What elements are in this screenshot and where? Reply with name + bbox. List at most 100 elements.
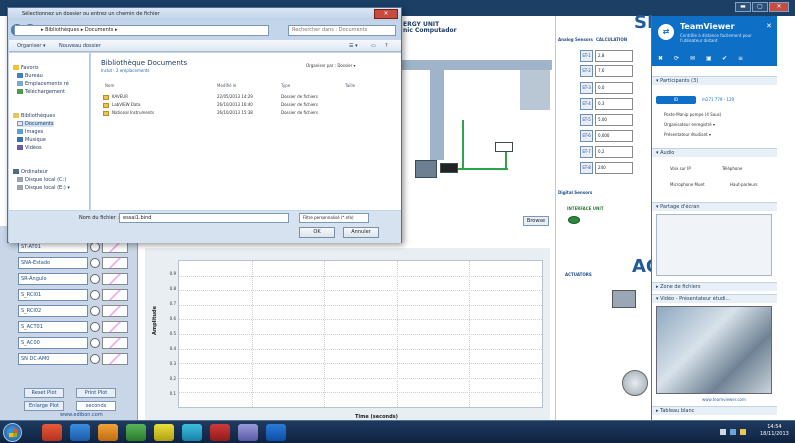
tray-arrow-icon[interactable] — [720, 429, 726, 435]
chat-icon[interactable]: ✉ — [690, 55, 695, 62]
nav-item-computer[interactable]: Ordinateur — [13, 169, 48, 175]
signal-color-swatch[interactable] — [102, 257, 128, 269]
speakers-toggle[interactable]: Haut-parleurs — [730, 182, 757, 187]
actuator-knob[interactable] — [622, 370, 648, 396]
voice-ip-option[interactable]: Voix sur IP — [670, 166, 691, 171]
dialog-close-button[interactable]: ✕ — [374, 9, 398, 19]
signal-row[interactable]: S_RCI01 — [18, 289, 130, 301]
participant-item[interactable]: Poste-Manip pompe (4 Sous) — [664, 112, 721, 117]
signal-row[interactable]: S_RCI02 — [18, 305, 130, 317]
file-row[interactable]: National Instruments 26/10/2013 15:38 Do… — [103, 110, 393, 117]
nav-item-libraries[interactable]: Bibliothèques — [13, 113, 55, 119]
taskbar-app-icon[interactable] — [42, 424, 62, 441]
signal-radio[interactable] — [90, 338, 100, 348]
nav-item-images[interactable]: Images — [17, 129, 43, 135]
signal-color-swatch[interactable] — [102, 289, 128, 301]
nav-item-drive-e[interactable]: Disque local (E:) ▾ — [17, 185, 70, 191]
nav-item-downloads[interactable]: Téléchargement — [17, 89, 65, 95]
minimize-icon[interactable]: ▬ — [735, 2, 751, 12]
signal-radio[interactable] — [90, 274, 100, 284]
new-folder-button[interactable]: Nouveau dossier — [59, 43, 101, 49]
signal-radio[interactable] — [90, 306, 100, 316]
nav-item-favorites[interactable]: Favoris — [13, 65, 39, 71]
arrange-by-menu[interactable]: Organiser par : Dossier ▾ — [306, 63, 356, 68]
preview-pane-icon[interactable]: ▭ — [371, 43, 376, 49]
signal-color-swatch[interactable] — [102, 305, 128, 317]
edibon-url[interactable]: www.edibon.com — [60, 412, 103, 418]
system-clock[interactable]: 14:54 18/11/2013 — [760, 424, 789, 438]
taskbar-app-icon[interactable] — [182, 424, 202, 441]
signal-radio[interactable] — [90, 290, 100, 300]
file-type-filter[interactable]: Filtre personnalisé (*.nfo) — [299, 213, 369, 223]
signal-row[interactable]: S_AC00 — [18, 337, 130, 349]
whiteboard-section[interactable]: ▸ Tableau blanc — [652, 406, 777, 415]
column-header-type[interactable]: Type — [281, 83, 290, 88]
signal-color-swatch[interactable] — [102, 353, 128, 365]
nav-item-videos[interactable]: Vidéos — [17, 145, 42, 151]
start-button[interactable] — [3, 423, 22, 442]
taskbar-app-icon[interactable] — [98, 424, 118, 441]
nav-item-desktop[interactable]: Bureau — [17, 73, 43, 79]
audio-section[interactable]: ▾ Audio — [652, 148, 777, 157]
taskbar-app-icon[interactable] — [210, 424, 230, 441]
search-input[interactable]: Rechercher dans : Documents — [288, 25, 396, 36]
window-close-icon[interactable]: ✕ — [769, 2, 789, 12]
maximize-icon[interactable]: ▢ — [752, 2, 768, 12]
tab-analog-sensors[interactable]: Analog Sensors — [558, 37, 593, 42]
signal-row[interactable]: S_ACT01 — [18, 321, 130, 333]
screen-share-thumbnail[interactable] — [656, 214, 772, 276]
tab-digital-sensors[interactable]: Digital Sensors — [558, 190, 592, 195]
screen-icon[interactable]: ▣ — [706, 55, 712, 62]
participants-section[interactable]: ▾ Participants (3) — [652, 76, 777, 85]
close-session-icon[interactable]: ✖ — [658, 55, 663, 62]
participant-item[interactable]: Présentateur étudiant ▾ — [664, 132, 711, 137]
participant-item[interactable]: Organisateur enregistré ▾ — [664, 122, 715, 127]
files-section[interactable]: ▸ Zone de fichiers — [652, 282, 777, 291]
mic-muted-toggle[interactable]: Microphone Muet — [670, 182, 705, 187]
signal-row[interactable]: SN DC-AM0 — [18, 353, 130, 365]
column-header-modified[interactable]: Modifié le — [217, 83, 236, 88]
tab-actuators[interactable]: ACTUATORS — [565, 272, 592, 277]
browse-button[interactable]: Browse — [523, 216, 549, 226]
ok-button[interactable]: OK — [299, 227, 335, 238]
signal-color-swatch[interactable] — [102, 273, 128, 285]
address-bar[interactable]: ▸ Bibliothèques ▸ Documents ▸ — [14, 25, 269, 36]
signal-color-swatch[interactable] — [102, 321, 128, 333]
taskbar-app-icon[interactable] — [70, 424, 90, 441]
phone-option[interactable]: Téléphone — [722, 166, 742, 171]
taskbar-app-icon[interactable] — [126, 424, 146, 441]
nav-item-drive-c[interactable]: Disque local (C:) — [17, 177, 66, 183]
more-icon[interactable]: ≡ — [738, 55, 743, 62]
screen-share-section[interactable]: ▾ Partage d'écran — [652, 202, 777, 211]
refresh-icon[interactable]: ⟳ — [674, 55, 679, 62]
teamviewer-taskbar-icon[interactable] — [266, 424, 286, 441]
time-unit-select[interactable]: seconds — [76, 401, 116, 411]
teamviewer-url[interactable]: www.teamviewer.com — [702, 397, 746, 402]
taskbar-app-icon[interactable] — [238, 424, 258, 441]
print-plot-button[interactable]: Print Plot — [76, 388, 116, 398]
column-header-name[interactable]: Nom — [105, 83, 114, 88]
nav-item-music[interactable]: Musique — [17, 137, 46, 143]
signal-row[interactable]: SR-Ángulo — [18, 273, 130, 285]
settings-icon[interactable]: ✔ — [722, 55, 727, 62]
signal-radio[interactable] — [90, 354, 100, 364]
signal-color-swatch[interactable] — [102, 337, 128, 349]
help-icon[interactable]: ? — [385, 43, 388, 49]
file-row[interactable]: LabVIEW Data 26/10/2013 16:40 Dossier de… — [103, 102, 393, 109]
view-icon[interactable]: ☰ ▾ — [349, 43, 358, 49]
cancel-button[interactable]: Annuler — [343, 227, 379, 238]
dialog-titlebar[interactable]: Sélectionnez un dossier ou entrez un che… — [8, 8, 401, 21]
nav-item-recent[interactable]: Emplacements ré — [17, 81, 69, 87]
taskbar-app-icon[interactable] — [154, 424, 174, 441]
signal-radio[interactable] — [90, 242, 100, 252]
teamviewer-close-icon[interactable]: ✕ — [766, 22, 772, 30]
signal-radio[interactable] — [90, 322, 100, 332]
nav-item-documents[interactable]: Documents — [17, 121, 54, 127]
filename-input[interactable]: essai1.bind — [119, 213, 289, 223]
library-subtitle[interactable]: Inclut : 2 emplacements — [101, 68, 150, 73]
signal-radio[interactable] — [90, 258, 100, 268]
file-row[interactable]: KAVEUR 22/05/2013 14:29 Dossier de fichi… — [103, 94, 393, 101]
enlarge-plot-button[interactable]: Enlarge Plot — [24, 401, 64, 411]
volume-icon[interactable] — [740, 429, 746, 435]
column-header-size[interactable]: Taille — [345, 83, 355, 88]
